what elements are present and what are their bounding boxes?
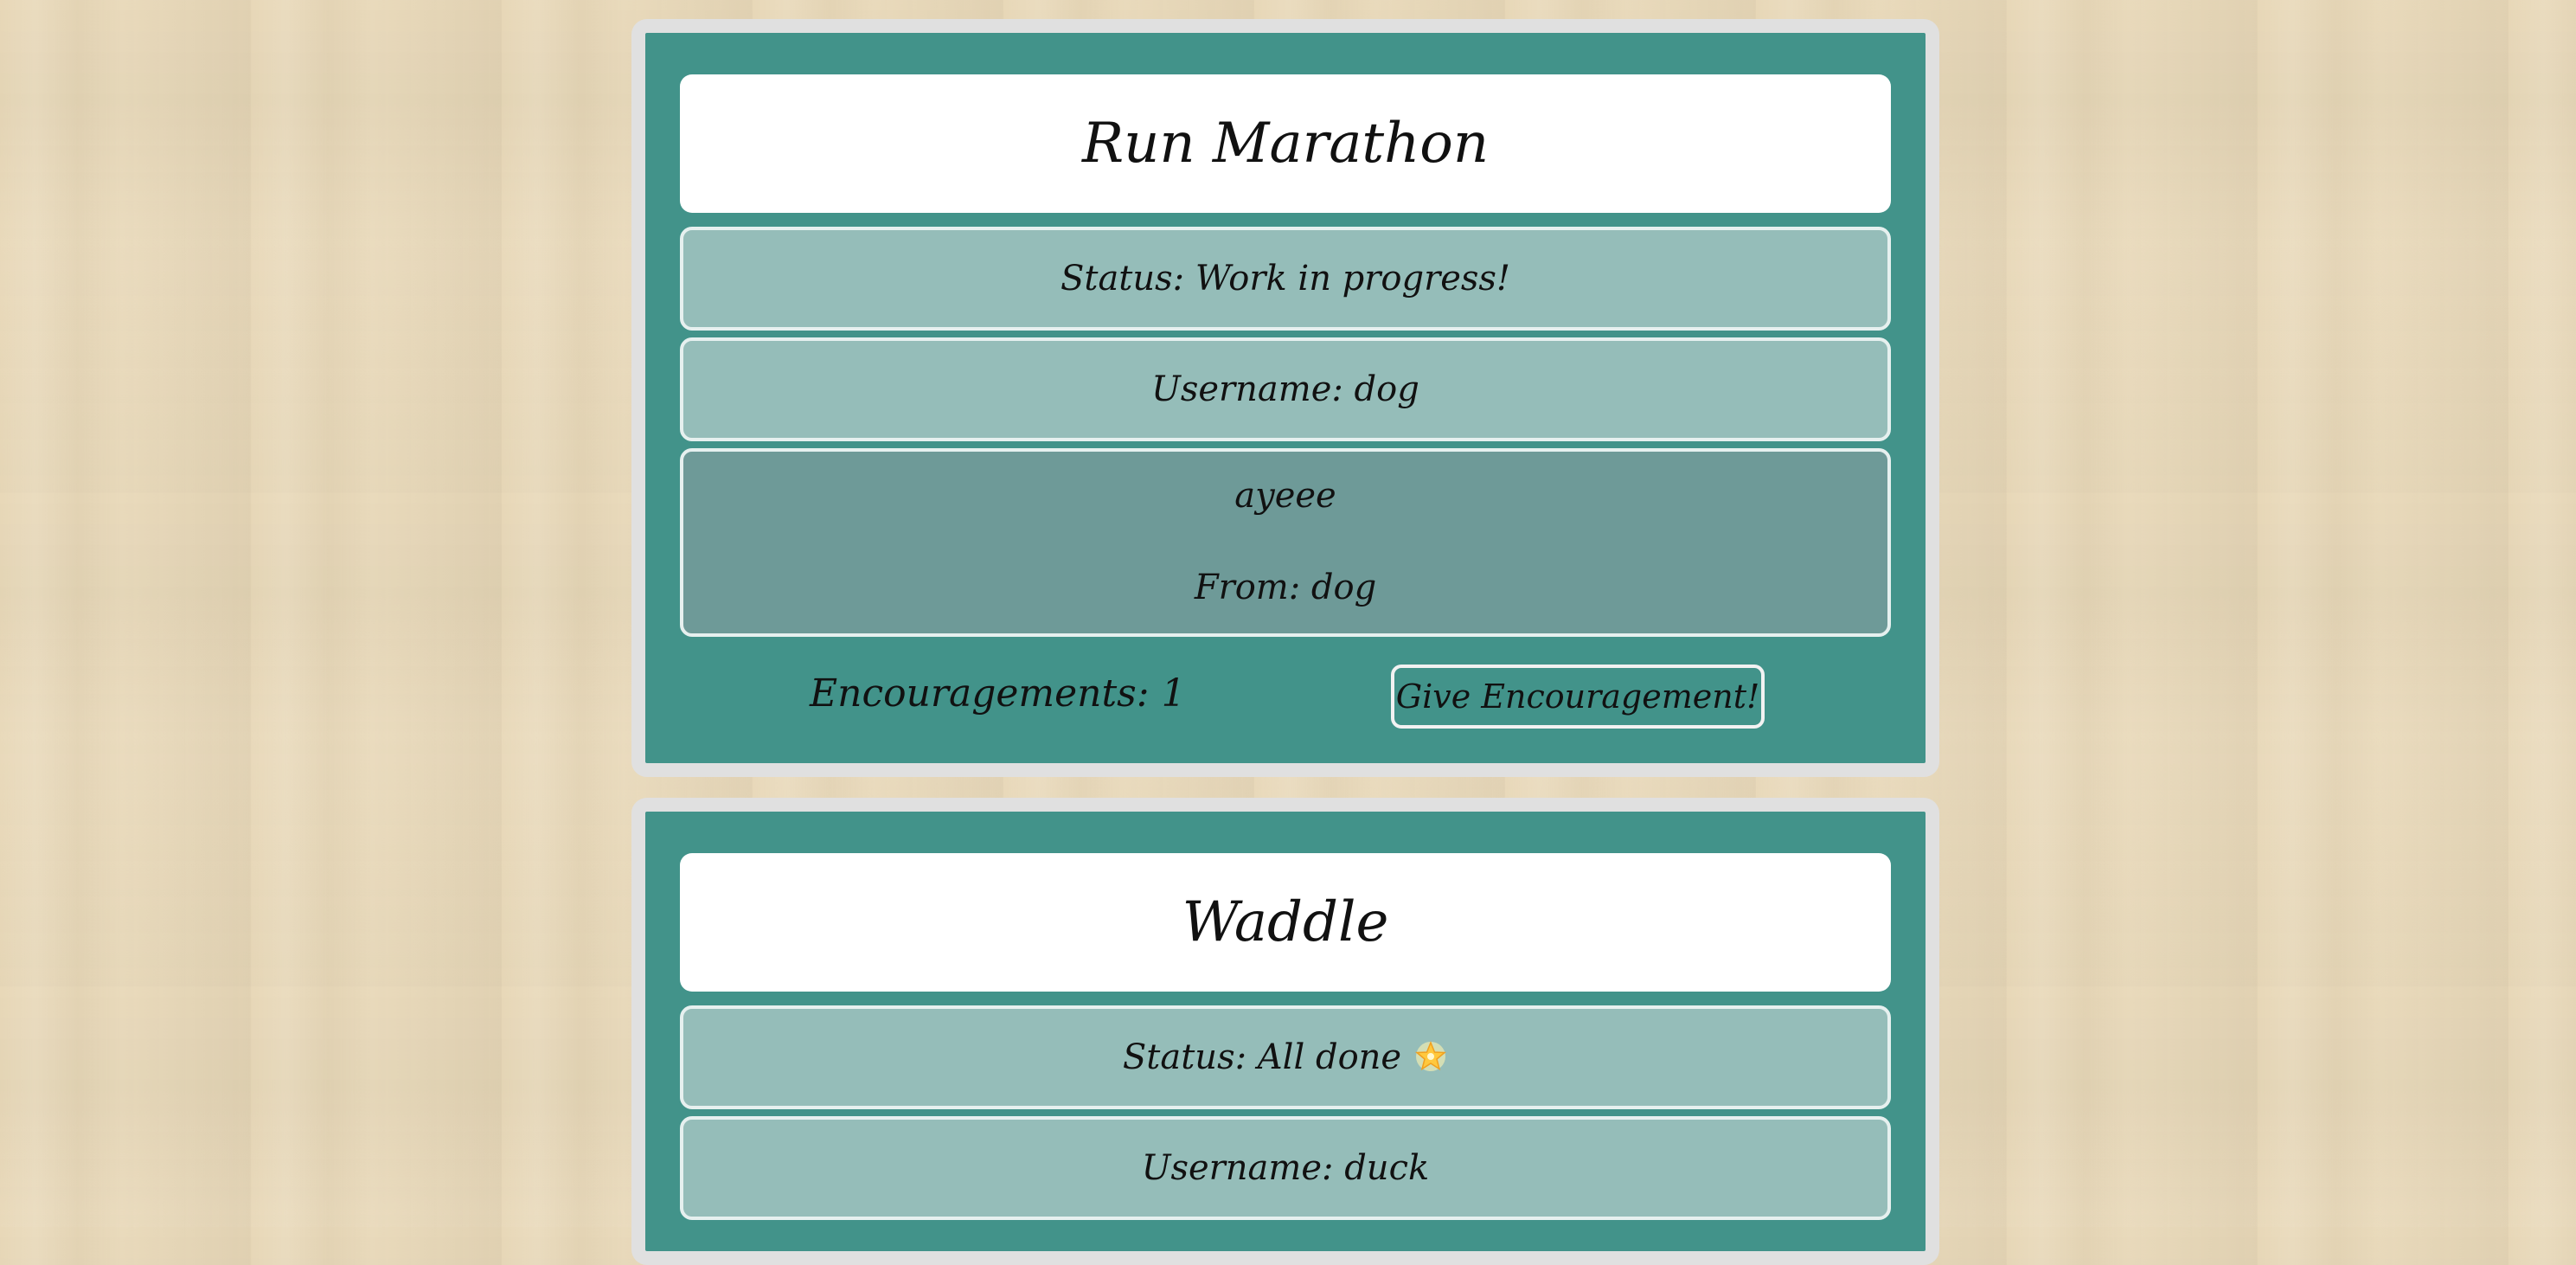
goal-card: Run Marathon Status: Work in progress! U…	[631, 19, 1939, 777]
message-from: From: dog	[1194, 568, 1377, 607]
message-text: ayeee	[1234, 476, 1336, 516]
status-box: Status: Work in progress!	[680, 227, 1891, 331]
goal-card: Waddle Status: All done Username: duck	[631, 798, 1939, 1265]
goal-title: Run Marathon	[680, 74, 1891, 213]
username-text: Username: duck	[1141, 1148, 1430, 1188]
encouragement-count: Encouragements: 1	[810, 671, 1186, 716]
give-encouragement-button[interactable]: Give Encouragement!	[1391, 665, 1765, 729]
username-box: Username: dog	[680, 337, 1891, 441]
status-box: Status: All done	[680, 1005, 1891, 1109]
glowing-star-icon	[1413, 1037, 1448, 1077]
username-box: Username: duck	[680, 1116, 1891, 1220]
status-text: Status: All done	[1122, 1037, 1402, 1077]
status-text: Status: Work in progress!	[1060, 259, 1511, 299]
encouragement-message: ayeee From: dog	[680, 448, 1891, 637]
username-text: Username: dog	[1151, 369, 1419, 409]
goal-title: Waddle	[680, 853, 1891, 992]
